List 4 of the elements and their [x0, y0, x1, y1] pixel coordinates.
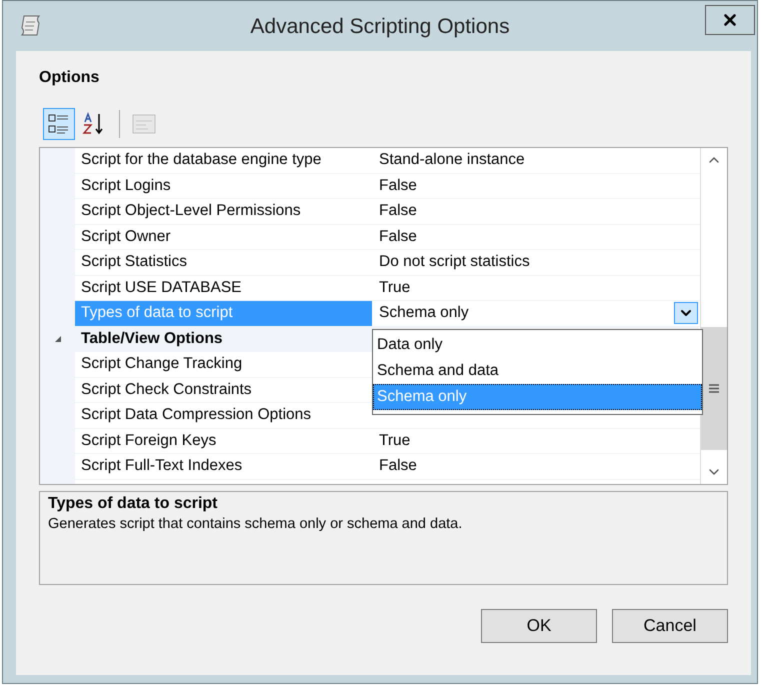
- options-heading: Options: [39, 69, 100, 88]
- description-title: Types of data to script: [48, 495, 219, 513]
- description-text: Generates script that contains schema only or schema and data.: [48, 516, 464, 532]
- window-title: Advanced Scripting Options: [249, 15, 511, 39]
